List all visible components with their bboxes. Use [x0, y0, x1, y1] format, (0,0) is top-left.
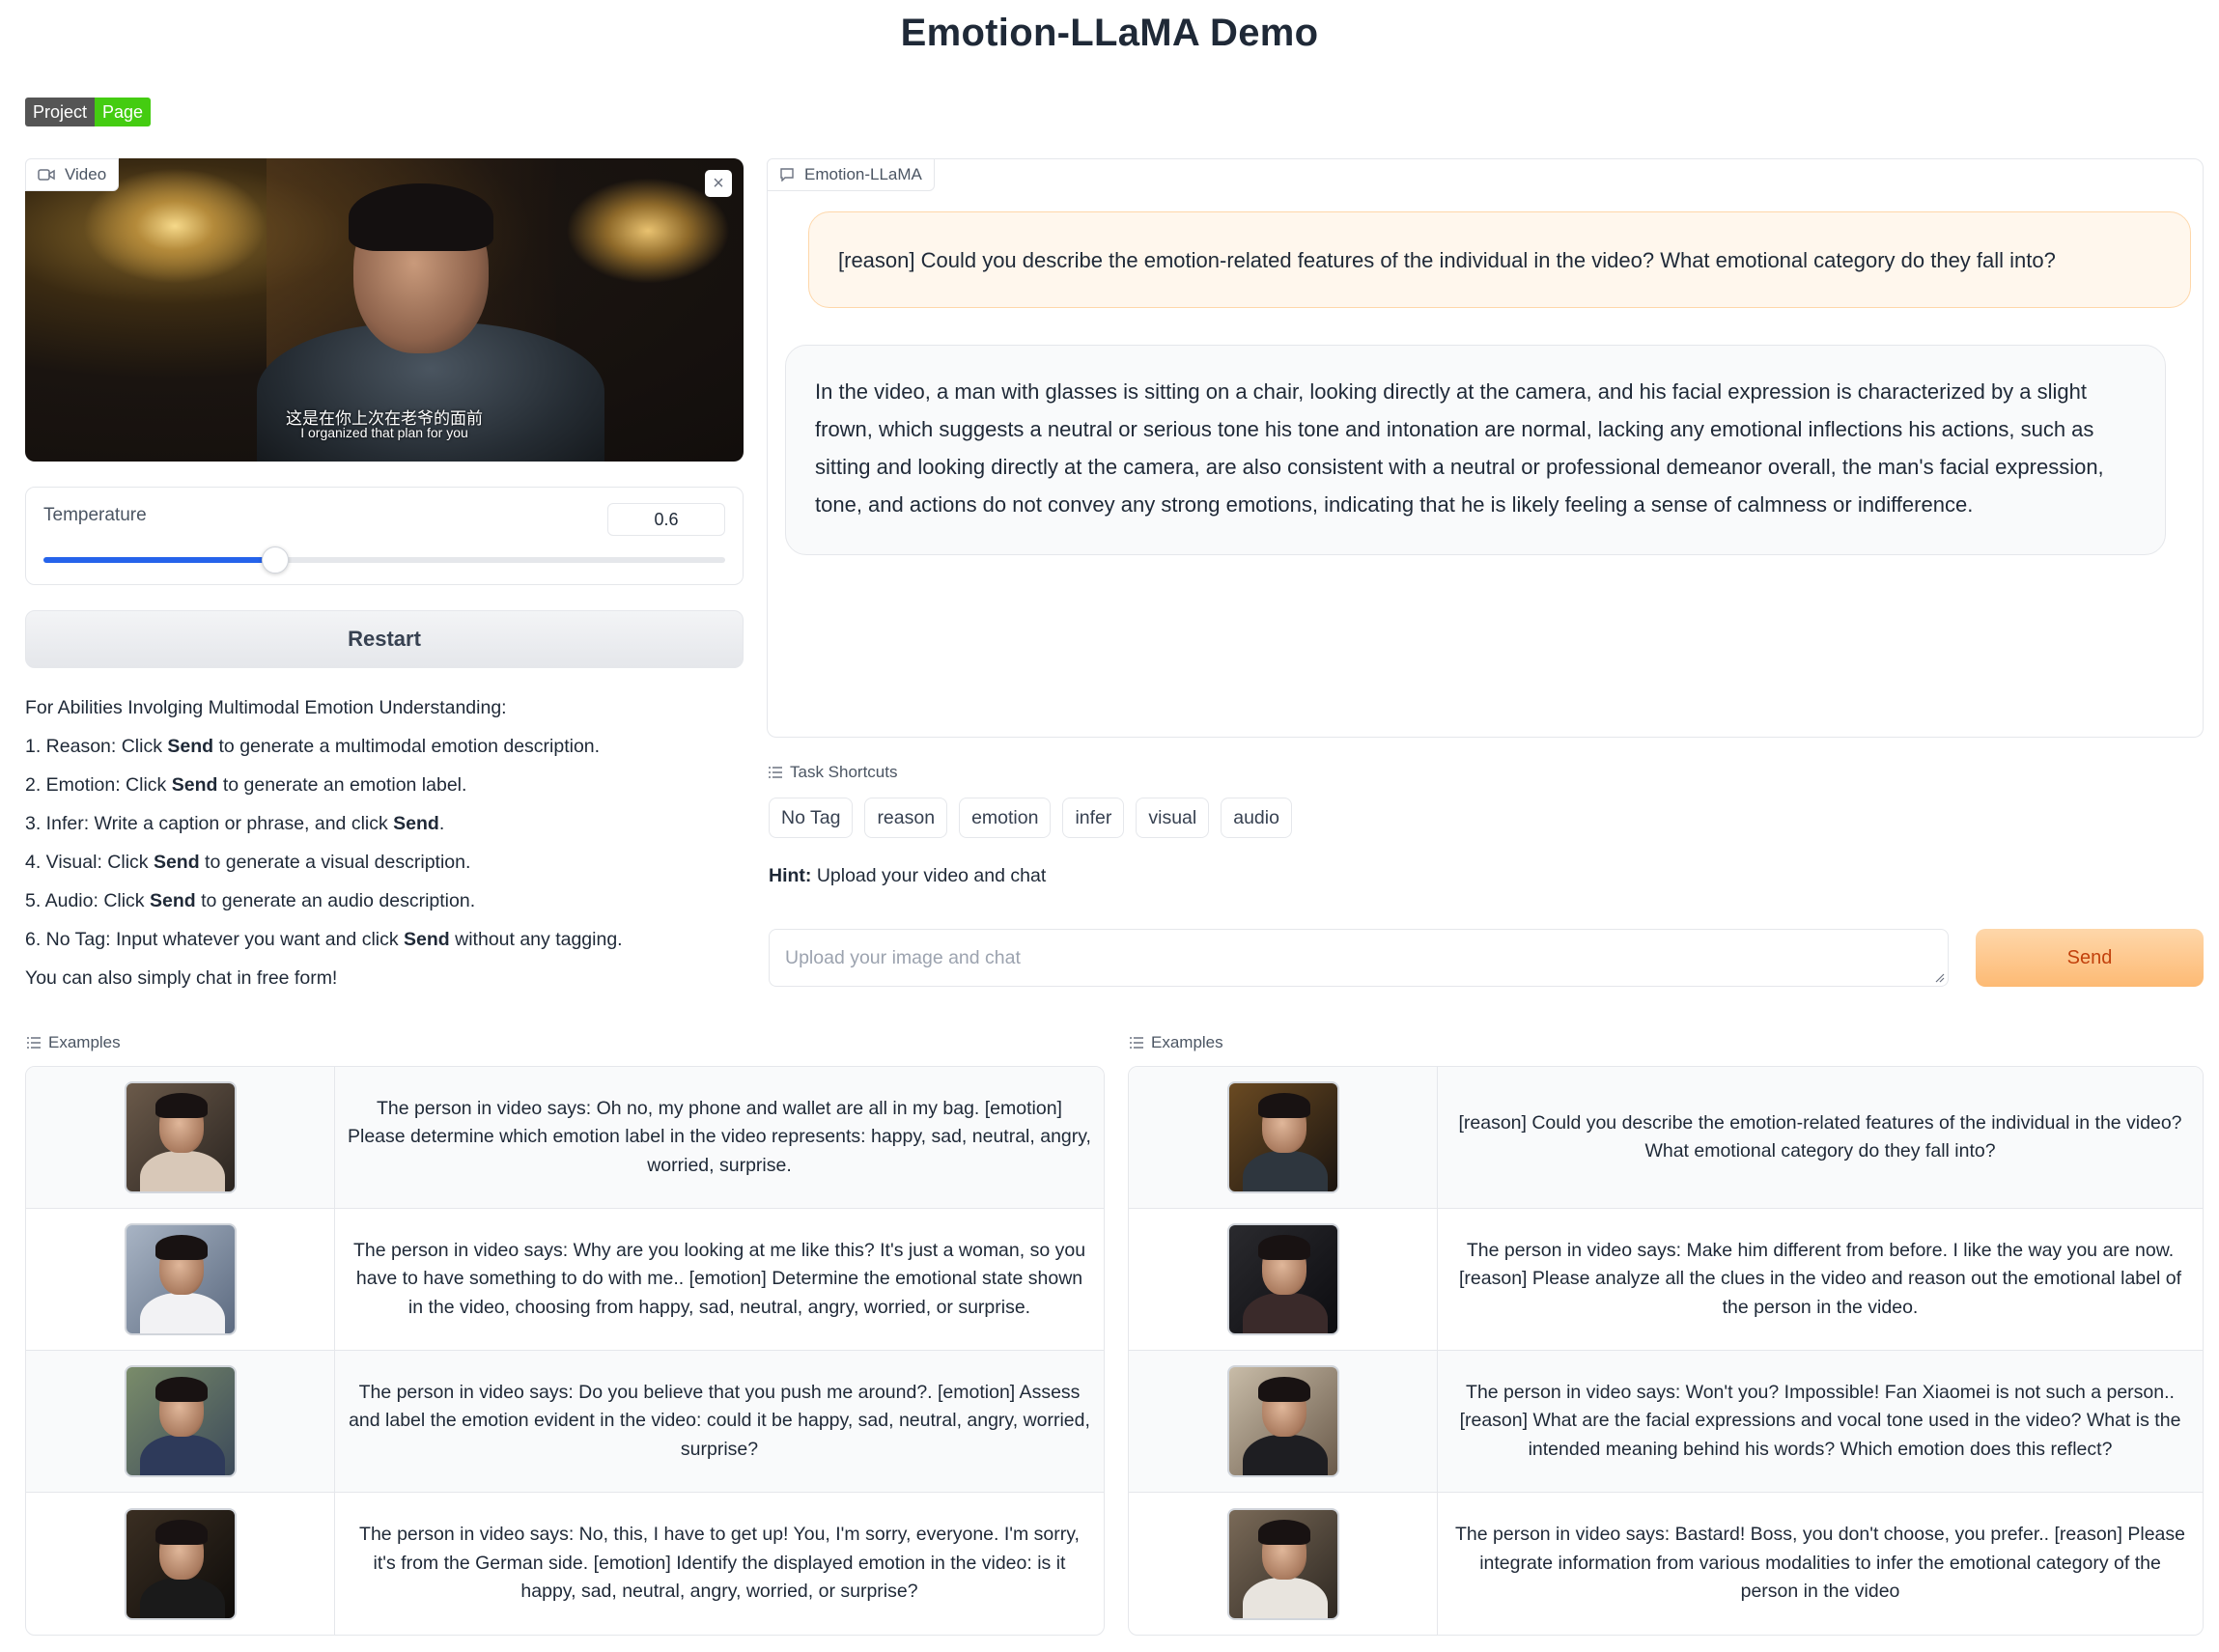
shortcut-infer[interactable]: infer [1062, 798, 1125, 838]
example-row[interactable]: [reason] Could you describe the emotion-… [1129, 1067, 2203, 1209]
example-thumbnail [1226, 1081, 1339, 1193]
chatbot-label-text: Emotion-LLaMA [804, 165, 922, 183]
example-thumbnail [1226, 1507, 1339, 1620]
example-text: The person in video says: Do you believe… [349, 1381, 1090, 1460]
video-player[interactable]: 这是在你上次在老爷的面前 I organized that plan for y… [25, 158, 744, 462]
instruction-item: 3. Infer: Write a caption or phrase, and… [25, 813, 445, 834]
example-thumbnail [1226, 1223, 1339, 1335]
example-thumbnail-cell [1129, 1351, 1438, 1492]
shortcut-no-tag[interactable]: No Tag [769, 798, 854, 838]
examples-left-label-text: Examples [48, 1033, 121, 1051]
temperature-label: Temperature [43, 505, 147, 525]
example-row[interactable]: The person in video says: Oh no, my phon… [26, 1067, 1104, 1209]
temperature-slider-block: Temperature 0.6 [25, 487, 744, 585]
video-block-label: Video [25, 158, 120, 191]
example-thumbnail-cell [26, 1351, 335, 1492]
video-frame-hair [349, 183, 493, 251]
example-row[interactable]: The person in video says: Why are you lo… [26, 1209, 1104, 1351]
instruction-item: 6. No Tag: Input whatever you want and c… [25, 929, 623, 950]
examples-right-label-text: Examples [1151, 1033, 1223, 1051]
instructions-intro: For Abilities Involging Multimodal Emoti… [25, 697, 507, 718]
hint-text: Hint: Upload your video and chat [769, 865, 1046, 887]
example-text: The person in video says: No, this, I ha… [359, 1524, 1080, 1603]
example-row[interactable]: The person in video says: Do you believe… [26, 1351, 1104, 1493]
examples-right-table: [reason] Could you describe the emotion-… [1128, 1066, 2204, 1636]
task-shortcuts-label: Task Shortcuts [769, 763, 898, 782]
example-row[interactable]: The person in video says: Bastard! Boss,… [1129, 1493, 2203, 1635]
instruction-item: 2. Emotion: Click Send to generate an em… [25, 774, 467, 796]
hint-bold: Hint: [769, 865, 812, 886]
example-thumbnail-cell [1129, 1209, 1438, 1350]
chat-bubble-icon [780, 168, 794, 182]
instructions-outro: You can also simply chat in free form! [25, 967, 338, 989]
example-thumbnail [1226, 1365, 1339, 1477]
video-subtitle-english: I organized that plan for you [300, 425, 468, 440]
temperature-slider-fill [43, 557, 276, 563]
badge-left-label: Project [25, 98, 96, 126]
shortcut-visual[interactable]: visual [1136, 798, 1210, 838]
page-title: Emotion-LLaMA Demo [900, 12, 1319, 54]
hint-body: Upload your video and chat [811, 865, 1047, 886]
example-text: The person in video says: Why are you lo… [352, 1239, 1086, 1318]
task-shortcuts-label-text: Task Shortcuts [790, 763, 898, 781]
examples-right-label: Examples [1130, 1033, 1223, 1052]
send-button[interactable]: Send [1976, 929, 2204, 987]
example-row[interactable]: The person in video says: No, this, I ha… [26, 1493, 1104, 1635]
task-shortcuts: No Tag reason emotion infer visual audio [769, 798, 1292, 838]
chatbot-panel[interactable]: [reason] Could you describe the emotion-… [767, 158, 2204, 738]
list-icon [769, 767, 782, 778]
temperature-slider-track[interactable] [43, 546, 725, 574]
example-text: The person in video says: Won't you? Imp… [1459, 1381, 2181, 1460]
example-row[interactable]: The person in video says: Make him diffe… [1129, 1209, 2203, 1351]
restart-button[interactable]: Restart [25, 610, 744, 668]
chat-input[interactable]: Upload your image and chat [769, 929, 1949, 987]
list-icon [27, 1037, 41, 1049]
examples-left-label: Examples [27, 1033, 121, 1052]
example-thumbnail-cell [26, 1209, 335, 1350]
instructions-text: For Abilities Involging Multimodal Emoti… [25, 695, 744, 1004]
example-row[interactable]: The person in video says: Won't you? Imp… [1129, 1351, 2203, 1493]
example-thumbnail-cell [26, 1067, 335, 1208]
user-message: [reason] Could you describe the emotion-… [808, 211, 2191, 308]
bot-message: In the video, a man with glasses is sitt… [785, 345, 2166, 555]
example-thumbnail-cell [1129, 1493, 1438, 1635]
example-text: The person in video says: Oh no, my phon… [348, 1097, 1091, 1176]
example-thumbnail-cell [26, 1493, 335, 1635]
shortcut-reason[interactable]: reason [864, 798, 948, 838]
instruction-item: 1. Reason: Click Send to generate a mult… [25, 736, 601, 757]
list-icon [1130, 1037, 1143, 1049]
example-thumbnail-cell [1129, 1067, 1438, 1208]
example-thumbnail [124, 1223, 237, 1335]
shortcut-audio[interactable]: audio [1221, 798, 1292, 838]
project-page-badge[interactable]: Project Page [25, 98, 152, 126]
example-thumbnail [124, 1081, 237, 1193]
video-label-text: Video [65, 165, 107, 183]
chatbot-block-label: Emotion-LLaMA [767, 158, 935, 191]
temperature-number-input[interactable]: 0.6 [607, 503, 725, 536]
temperature-slider-thumb[interactable] [262, 546, 290, 574]
example-text: The person in video says: Make him diffe… [1459, 1239, 2181, 1318]
example-text: The person in video says: Bastard! Boss,… [1455, 1524, 2185, 1603]
shortcut-emotion[interactable]: emotion [959, 798, 1052, 838]
close-icon[interactable]: × [705, 170, 732, 197]
example-text: [reason] Could you describe the emotion-… [1458, 1111, 2182, 1162]
video-camera-icon [38, 169, 55, 181]
examples-left-table: The person in video says: Oh no, my phon… [25, 1066, 1105, 1636]
resize-handle-icon[interactable] [1935, 973, 1945, 983]
badge-right-label: Page [95, 98, 152, 126]
example-thumbnail [124, 1507, 237, 1620]
instruction-item: 5. Audio: Click Send to generate an audi… [25, 890, 476, 911]
instruction-item: 4. Visual: Click Send to generate a visu… [25, 852, 471, 873]
example-thumbnail [124, 1365, 237, 1477]
